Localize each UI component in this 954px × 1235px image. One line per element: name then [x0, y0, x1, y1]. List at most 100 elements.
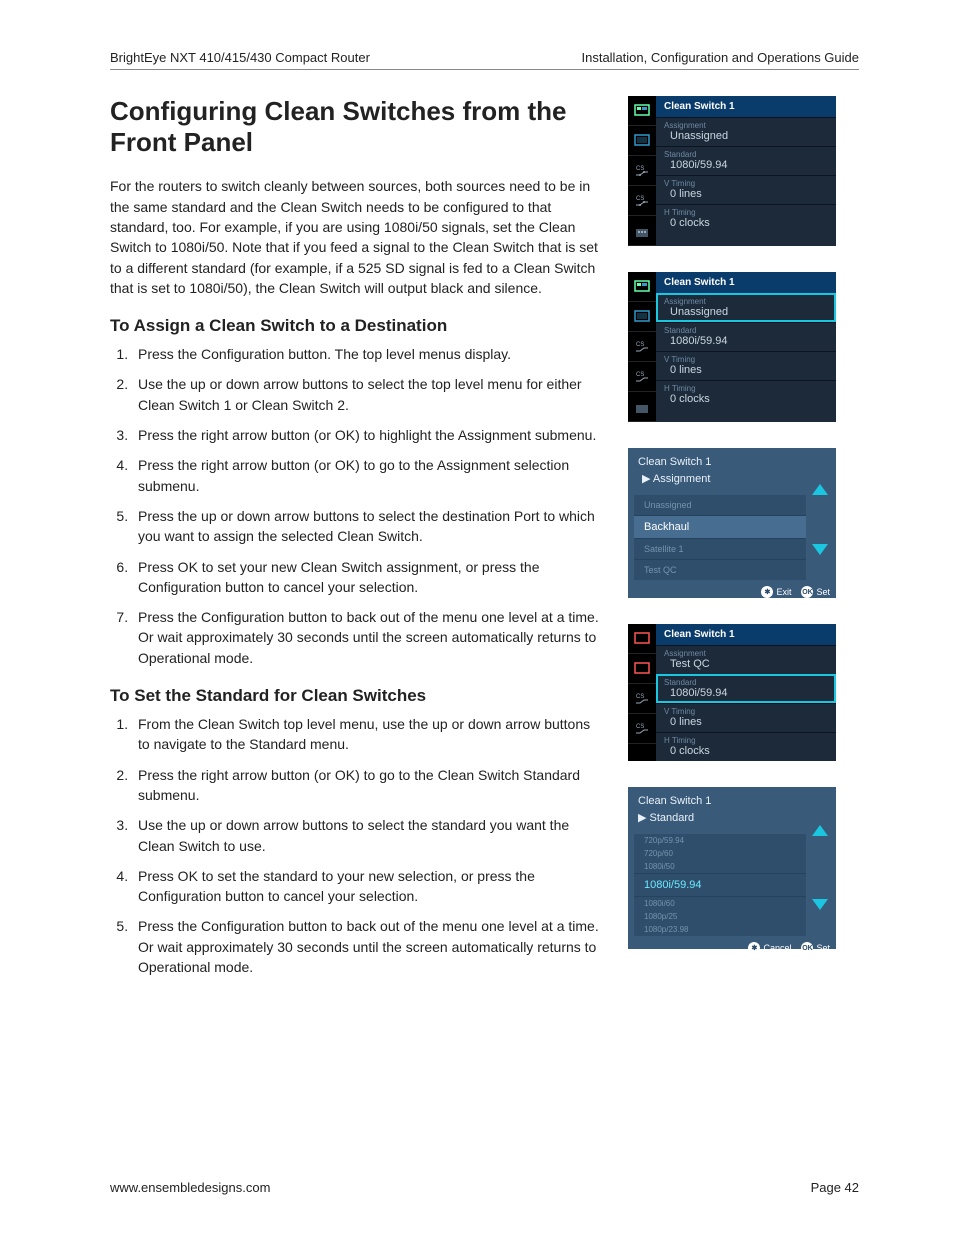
option-item-current[interactable]: 1080i/59.94 [634, 873, 806, 896]
row-label: Assignment [664, 649, 828, 658]
breadcrumb: Clean Switch 1 [628, 793, 836, 809]
intro-paragraph: For the routers to switch cleanly betwee… [110, 176, 600, 298]
list-item: Press the Configuration button. The top … [132, 344, 600, 364]
option-item[interactable]: 720p/60 [634, 847, 806, 860]
up-arrow-icon[interactable] [812, 825, 828, 836]
list-item: Use the up or down arrow buttons to sele… [132, 815, 600, 856]
option-item[interactable]: 1080i/60 [634, 896, 806, 910]
row-value: Unassigned [664, 306, 828, 318]
monitor-icon [628, 272, 656, 302]
row-value: 0 lines [664, 716, 828, 728]
down-arrow-icon[interactable] [812, 544, 828, 555]
row-label: V Timing [664, 707, 828, 716]
row-value: 0 clocks [664, 217, 828, 229]
monitor-icon [628, 96, 656, 126]
option-item[interactable]: 1080i/50 [634, 860, 806, 873]
section-b-heading: To Set the Standard for Clean Switches [110, 686, 600, 706]
panel-title: Clean Switch 1 [656, 624, 836, 645]
cs-icon: CS [628, 332, 656, 362]
set-button[interactable]: OKSet [801, 942, 830, 954]
cs-icon: CS [628, 186, 656, 216]
breadcrumb: Clean Switch 1 [628, 454, 836, 470]
gear-icon: ✱ [748, 942, 760, 954]
section-b-list: From the Clean Switch top level menu, us… [110, 714, 600, 977]
footer-url: www.ensembledesigns.com [110, 1180, 270, 1195]
row-value: 0 clocks [664, 393, 828, 405]
header-left: BrightEye NXT 410/415/430 Compact Router [110, 50, 370, 65]
option-item-selected[interactable]: Backhaul [634, 515, 806, 538]
assignment-submenu: Clean Switch 1 ▶ Assignment Unassigned B… [628, 448, 836, 598]
down-arrow-icon[interactable] [812, 899, 828, 910]
cs-icon: CS [628, 684, 656, 714]
building-icon [628, 392, 656, 422]
list-item: Use the up or down arrow buttons to sele… [132, 374, 600, 415]
gear-icon: ✱ [761, 586, 773, 598]
svg-text:CS: CS [636, 372, 644, 378]
page-number: Page 42 [811, 1180, 859, 1195]
breadcrumb: ▶ Standard [628, 809, 836, 826]
row-label: Assignment [664, 121, 828, 130]
list-item: Press the right arrow button (or OK) to … [132, 765, 600, 806]
list-item: Press the right arrow button (or OK) to … [132, 455, 600, 496]
option-item[interactable]: 720p/59.94 [634, 834, 806, 847]
svg-text:CS: CS [636, 196, 644, 202]
svg-text:CS: CS [636, 694, 644, 700]
set-button[interactable]: OKSet [801, 586, 830, 598]
header-right: Installation, Configuration and Operatio… [581, 50, 859, 65]
menu-panel-2: CS CS Clean Switch 1 AssignmentUnassigne… [628, 272, 836, 422]
svg-text:CS: CS [636, 166, 644, 172]
up-arrow-icon[interactable] [812, 484, 828, 495]
row-value: 1080i/59.94 [664, 687, 828, 699]
row-value: 1080i/59.94 [664, 159, 828, 171]
panel-title: Clean Switch 1 [656, 272, 836, 293]
menu-panel-4: CS CS Clean Switch 1 AssignmentTest QC S… [628, 624, 836, 761]
row-label: V Timing [664, 179, 828, 188]
menu-panel-1: CS CS Clean Switch 1 AssignmentUnassigne… [628, 96, 836, 246]
svg-text:CS: CS [636, 724, 644, 730]
row-label: H Timing [664, 384, 828, 393]
option-item[interactable]: 1080p/25 [634, 910, 806, 923]
list-item: Press the Configuration button to back o… [132, 916, 600, 977]
ok-icon: OK [801, 586, 813, 598]
list-item: Press the right arrow button (or OK) to … [132, 425, 600, 445]
row-label: Assignment [664, 297, 828, 306]
option-item[interactable]: Test QC [634, 559, 806, 580]
row-value: 0 lines [664, 188, 828, 200]
section-a-heading: To Assign a Clean Switch to a Destinatio… [110, 316, 600, 336]
cs-icon: CS [628, 156, 656, 186]
option-item[interactable]: Unassigned [634, 495, 806, 515]
cs-icon: CS [628, 714, 656, 744]
cs-icon: CS [628, 362, 656, 392]
standard-submenu: Clean Switch 1 ▶ Standard 720p/59.94 720… [628, 787, 836, 949]
panel-title: Clean Switch 1 [656, 96, 836, 117]
list-item: Press OK to set the standard to your new… [132, 866, 600, 907]
monitor-icon [628, 654, 656, 684]
option-item[interactable]: 1080p/23.98 [634, 923, 806, 936]
row-value: Test QC [664, 658, 828, 670]
monitor-icon [628, 126, 656, 156]
svg-text:CS: CS [636, 342, 644, 348]
breadcrumb: ▶ Assignment [628, 470, 836, 487]
section-a-list: Press the Configuration button. The top … [110, 344, 600, 668]
cancel-button[interactable]: ✱Cancel [748, 942, 791, 954]
row-label: H Timing [664, 736, 828, 745]
row-label: Standard [664, 150, 828, 159]
monitor-icon [628, 624, 656, 654]
row-value: Unassigned [664, 130, 828, 142]
row-label: Standard [664, 326, 828, 335]
row-value: 0 clocks [664, 745, 828, 757]
list-item: Press the up or down arrow buttons to se… [132, 506, 600, 547]
list-item: From the Clean Switch top level menu, us… [132, 714, 600, 755]
row-label: Standard [664, 678, 828, 687]
list-item: Press OK to set your new Clean Switch as… [132, 557, 600, 598]
page-title: Configuring Clean Switches from the Fron… [110, 96, 600, 158]
list-item: Press the Configuration button to back o… [132, 607, 600, 668]
row-label: V Timing [664, 355, 828, 364]
monitor-icon [628, 302, 656, 332]
ok-icon: OK [801, 942, 813, 954]
exit-button[interactable]: ✱Exit [761, 586, 791, 598]
building-icon [628, 216, 656, 246]
row-label: H Timing [664, 208, 828, 217]
option-item[interactable]: Satellite 1 [634, 538, 806, 559]
row-value: 1080i/59.94 [664, 335, 828, 347]
